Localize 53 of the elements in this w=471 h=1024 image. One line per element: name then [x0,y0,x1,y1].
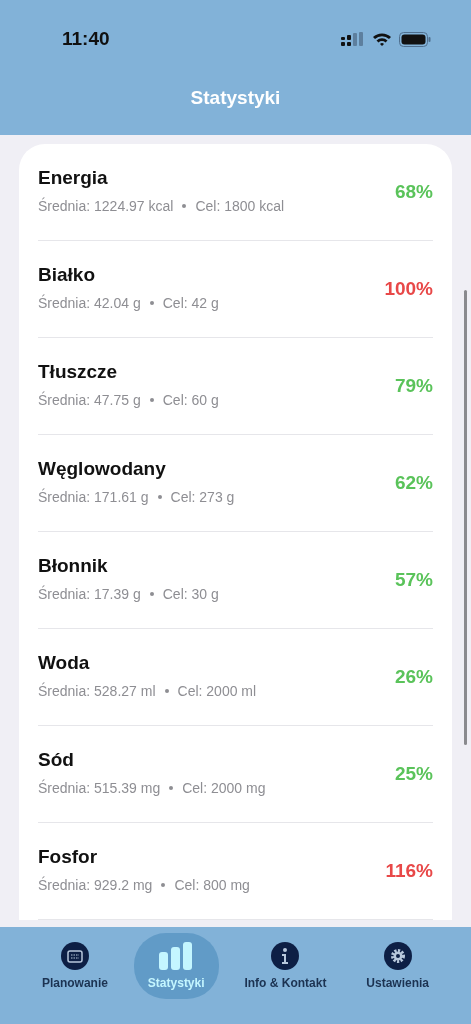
goal-value: Cel: 2000 mg [182,779,266,796]
tab[interactable]: Info & Kontakt [230,933,341,999]
average-value: Średnia: 17.39 g [38,585,141,602]
nutrient-name: Sód [38,748,75,771]
tab[interactable]: Ustawienia [352,933,444,999]
average-value: Średnia: 929.2 mg [38,876,153,893]
nutrient-name: Błonnik [38,554,109,577]
scrollbar[interactable] [464,290,467,745]
average-value: Średnia: 1224.97 kcal [38,197,174,214]
goal-value: Cel: 2000 ml [177,682,257,699]
signal-icon [341,32,365,46]
percent-value: 62% [394,472,433,494]
calendar-icon [60,942,89,970]
screen-title: Statystyki [189,87,282,109]
separator-dot [149,591,154,596]
separator-dot [182,203,187,208]
average-value: Średnia: 42.04 g [38,294,141,311]
nutrient-name: Energia [38,166,109,189]
goal-value: Cel: 30 g [162,585,219,602]
nutrient-name: Tłuszcze [38,360,119,383]
goal-value: Cel: 273 g [170,488,235,505]
settings-icon [383,942,412,970]
percent-value: 26% [394,666,433,688]
separator-dot [157,494,162,499]
percent-value: 100% [384,278,433,300]
goal-value: Cel: 800 mg [174,876,250,893]
info-icon [271,942,300,970]
average-value: Średnia: 171.61 g [38,488,149,505]
percent-value: 68% [394,181,433,203]
nutrient-name: Woda [38,651,91,674]
percent-value: 116% [385,860,433,882]
tab[interactable]: Planowanie [27,933,122,999]
bar-chart-icon [158,942,195,970]
percent-value: 79% [394,375,433,397]
percent-value: 25% [394,763,433,785]
nutrient-name: Fosfor [38,845,99,868]
separator-dot [149,300,154,305]
percent-value: 57% [394,569,433,591]
nutrient-name: Białko [38,263,97,286]
average-value: Średnia: 515.39 mg [38,779,161,796]
average-value: Średnia: 528.27 ml [38,682,156,699]
battery-icon [399,31,431,47]
status-time: 11:40 [62,28,110,50]
separator-dot [164,688,169,693]
goal-value: Cel: 60 g [162,391,219,408]
separator-dot [161,882,166,887]
goal-value: Cel: 1800 kcal [195,197,285,214]
goal-value: Cel: 42 g [162,294,219,311]
average-value: Średnia: 47.75 g [38,391,141,408]
separator-dot [149,397,154,402]
separator-dot [169,785,174,790]
wifi-icon [372,32,392,46]
nutrient-name: Węglowodany [38,457,167,480]
